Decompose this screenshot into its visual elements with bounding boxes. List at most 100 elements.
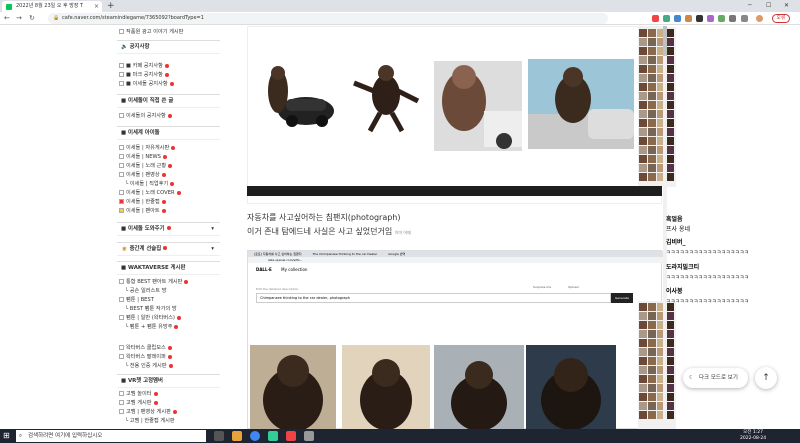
thumbnail[interactable] [639,146,647,154]
sidebar-item[interactable]: 고멤 게시판 [119,399,158,407]
chimp-car-image-4[interactable] [528,59,634,149]
thumbnail[interactable] [648,128,656,136]
thumbnail[interactable] [639,119,647,127]
thumbnail[interactable] [666,56,674,64]
dark-mode-button[interactable]: ☾ 다크 모드로 보기 [683,368,748,388]
tab-close-icon[interactable]: × [94,1,99,12]
url-input[interactable]: 🔒 cafe.naver.com/steamindiegame/7365092?… [48,13,608,24]
thumbnail[interactable] [639,74,647,82]
thumbnail[interactable] [666,375,674,383]
thumbnail[interactable] [648,56,656,64]
browser-tab[interactable]: 2022년 8월 23일 오 후 방장 T × [2,1,102,12]
sidebar-section-header[interactable]: 🍺 중간계 선술집 ▾ [117,242,220,256]
sidebar-item[interactable]: └ 고멤 | 한줄캡 게시판 [125,417,175,425]
sidebar-item[interactable]: 이세돌 | 노래 근황 [119,162,173,170]
extension-icon[interactable] [685,15,692,22]
sidebar-item[interactable]: └ 전용 인증 게시판 [125,362,173,370]
thumbnail[interactable] [648,137,656,145]
thumbnail[interactable] [666,101,674,109]
generated-chimp-image-4[interactable] [526,345,616,429]
thumbnail[interactable] [648,119,656,127]
thumbnail[interactable] [648,384,656,392]
sidebar-item[interactable]: └ 팸툰 + 팸툰 유망주 [125,323,179,331]
sidebar-item[interactable]: 이세돌 | 한줄캡 [119,198,166,206]
avatar[interactable] [756,15,763,22]
sidebar-item[interactable]: 이세돌 | 자유게시판 [119,144,176,152]
close-window-button[interactable]: ✕ [784,0,789,12]
puzzle-icon[interactable] [729,15,736,22]
sidebar-item[interactable]: ■ 마크 공지사항 [119,71,169,79]
thumbnail[interactable] [648,155,656,163]
profile-error-badge[interactable]: 오류 [772,14,790,23]
thumbnail[interactable] [666,146,674,154]
reload-icon[interactable]: ↻ [29,13,35,24]
app-icon[interactable] [268,431,278,441]
sidebar-section-header[interactable]: ■ 이세계 아이돌 [117,126,220,140]
thumbnail[interactable] [666,137,674,145]
thumbnail[interactable] [648,173,656,181]
thumbnail[interactable] [666,74,674,82]
sidebar-item[interactable]: 팸툰 | BEST [119,296,154,304]
new-tab-button[interactable]: + [107,0,115,12]
thumbnail[interactable] [648,38,656,46]
thumbnail[interactable] [648,321,656,329]
thumbnail[interactable] [639,312,647,320]
thumbnail[interactable] [639,29,647,37]
thumbnail[interactable] [639,164,647,172]
sidebar-item[interactable]: 통합 BEST 팬아트 게시판 [119,278,189,286]
generated-chimp-image-2[interactable] [342,345,430,429]
thumbnail[interactable] [666,411,674,419]
thumbnail[interactable] [666,110,674,118]
extension-icon[interactable] [652,15,659,22]
thumbnail[interactable] [639,411,647,419]
scroll-top-button[interactable]: ↑ [755,367,777,389]
app-icon[interactable] [304,431,314,441]
thumbnail[interactable] [648,92,656,100]
taskbar-clock[interactable]: 오전 1:27 2022-08-24 [740,430,766,442]
thumbnail[interactable] [639,92,647,100]
sidebar-item[interactable]: 왁타버스 클립모스 [119,344,172,352]
thumbnail[interactable] [639,402,647,410]
sidebar-item[interactable]: ■ 이세돌 공지사항 [119,80,174,88]
thumbnail[interactable] [639,339,647,347]
thumbnail[interactable] [639,137,647,145]
thumbnail[interactable] [639,357,647,365]
thumbnail[interactable] [666,348,674,356]
sidebar-item[interactable]: 이세돌 | 노래 COVER [119,189,181,197]
thumbnail[interactable] [639,303,647,311]
thumbnail[interactable] [666,357,674,365]
app-icon[interactable] [286,431,296,441]
thumbnail[interactable] [666,384,674,392]
thumbnail[interactable] [666,47,674,55]
scrollbar-thumb[interactable] [663,26,667,56]
thumbnail[interactable] [666,312,674,320]
thumbnail[interactable] [648,357,656,365]
forward-arrow-icon[interactable]: → [16,13,22,24]
chimp-car-image-1[interactable] [256,61,336,131]
extension-icon[interactable] [674,15,681,22]
sidebar-item[interactable]: 고멤 놀이터 [119,390,158,398]
thumbnail[interactable] [666,119,674,127]
thumbnail[interactable] [666,38,674,46]
thumbnail[interactable] [639,65,647,73]
thumbnail[interactable] [639,173,647,181]
chimp-car-image-2[interactable] [344,61,430,133]
thumbnail[interactable] [648,65,656,73]
sidebar-section-header[interactable]: ■ WAKTAVERSE 게시판 [117,261,220,275]
thumbnail[interactable] [639,38,647,46]
sidebar-item[interactable]: 이세돌 | 팬아트 [119,207,166,215]
thumbnail[interactable] [666,29,674,37]
sidebar-section-header[interactable]: 🔈 공지사항 [117,40,220,54]
thumbnail[interactable] [639,321,647,329]
taskbar-search-input[interactable]: ⌕ 검색하려면 여기에 입력하십시오 [16,430,206,442]
sidebar-item[interactable]: 팸툰 | 일반 (왁타버스) [119,314,181,322]
thumbnail[interactable] [666,393,674,401]
sidebar-item[interactable]: 고멤 | 팬영상 게시판 [119,408,177,416]
thumbnail[interactable] [639,83,647,91]
sidebar-section-header[interactable]: ■ 이세돌 도와주기 ▾ [117,222,220,236]
thumbnail[interactable] [639,155,647,163]
thumbnail[interactable] [666,321,674,329]
thumbnail[interactable] [666,65,674,73]
thumbnail[interactable] [639,56,647,64]
thumbnail[interactable] [666,173,674,181]
